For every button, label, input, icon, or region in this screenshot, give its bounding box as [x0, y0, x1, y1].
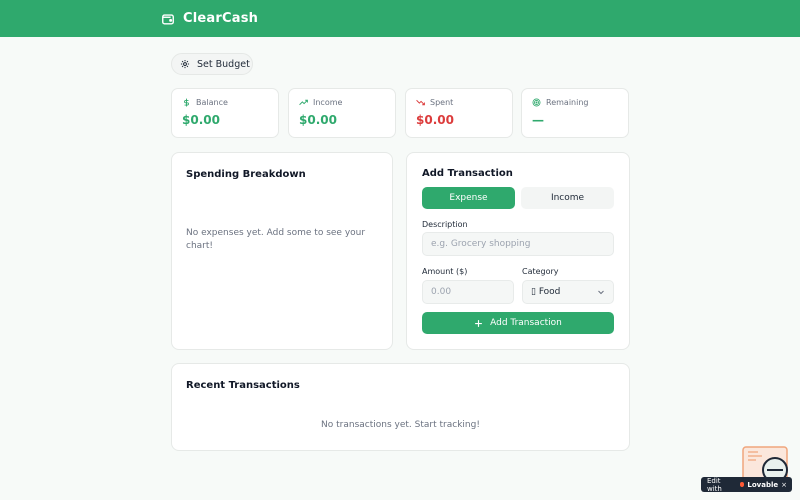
category-value: ▯ Food [531, 287, 561, 297]
stat-label: Remaining [546, 98, 589, 107]
amount-label: Amount ($) [422, 267, 468, 276]
lovable-logo-icon [739, 482, 745, 487]
empty-state-text: No transactions yet. Start tracking! [321, 420, 480, 430]
category-label: Category [522, 267, 559, 276]
description-input[interactable]: e.g. Grocery shopping [422, 232, 614, 256]
stat-card-remaining: Remaining — [521, 88, 629, 138]
stat-card-balance: Balance $0.00 [171, 88, 279, 138]
stat-label: Spent [430, 98, 454, 107]
trending-down-icon [416, 99, 425, 106]
tab-expense[interactable]: Expense [422, 187, 515, 209]
set-budget-label: Set Budget [197, 58, 250, 70]
add-transaction-button[interactable]: Add Transaction [422, 312, 614, 334]
stat-value: — [532, 113, 544, 127]
wallet-icon [162, 13, 174, 25]
spending-breakdown-panel: Spending Breakdown No expenses yet. Add … [171, 152, 393, 350]
stat-value: $0.00 [299, 113, 337, 127]
stat-label: Income [313, 98, 343, 107]
description-label: Description [422, 220, 468, 229]
stat-label: Balance [196, 98, 228, 107]
stat-value: $0.00 [416, 113, 454, 127]
app-title: ClearCash [183, 11, 259, 26]
tab-income[interactable]: Income [521, 187, 614, 209]
trending-up-icon [299, 99, 308, 106]
gear-icon [180, 59, 190, 69]
stat-value: $0.00 [182, 113, 220, 127]
top-bar: ClearCash [0, 0, 800, 37]
add-transaction-button-label: Add Transaction [490, 318, 562, 328]
plus-icon [475, 319, 482, 327]
edit-with-lovable-badge[interactable]: Edit with Lovable × [701, 476, 792, 493]
category-select[interactable]: ▯ Food [522, 280, 614, 304]
panel-title: Spending Breakdown [186, 169, 306, 180]
chevron-down-icon [598, 290, 604, 295]
empty-state-text: No expenses yet. Add some to see your ch… [186, 228, 366, 251]
panel-title: Recent Transactions [186, 380, 300, 391]
stat-card-income: Income $0.00 [288, 88, 396, 138]
close-icon[interactable]: × [781, 481, 787, 489]
panel-title: Add Transaction [422, 168, 513, 179]
badge-brand: Lovable [747, 480, 779, 489]
target-icon [532, 98, 541, 107]
set-budget-button[interactable]: Set Budget [171, 53, 253, 75]
stat-card-spent: Spent $0.00 [405, 88, 513, 138]
recent-transactions-panel: Recent Transactions No transactions yet.… [171, 363, 630, 451]
badge-prefix: Edit with [707, 476, 722, 493]
dollar-icon [184, 98, 189, 107]
amount-input[interactable]: 0.00 [422, 280, 514, 304]
